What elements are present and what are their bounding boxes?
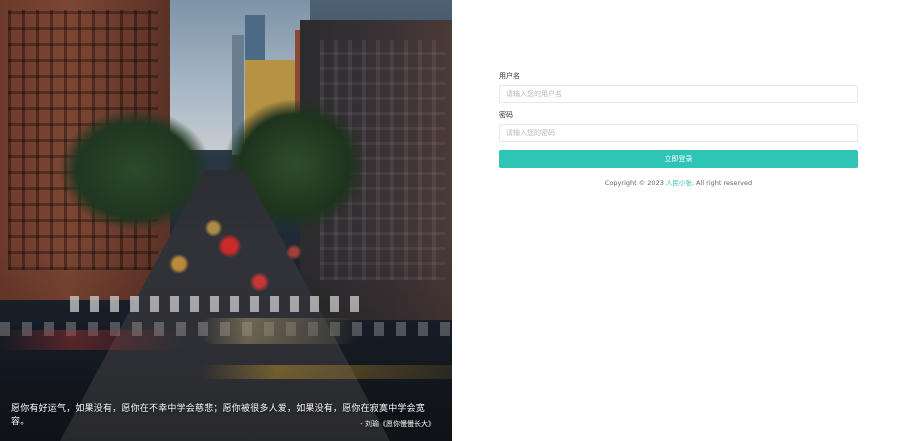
login-panel: 用户名 密码 立即登录 Copyright © 2023 人民小张. All r… bbox=[452, 0, 900, 441]
login-form: 用户名 密码 立即登录 Copyright © 2023 人民小张. All r… bbox=[499, 72, 858, 187]
login-page: 愿你有好运气，如果没有，愿你在不幸中学会慈悲；愿你被很多人爱，如果没有，愿你在寂… bbox=[0, 0, 900, 441]
username-label: 用户名 bbox=[499, 72, 520, 80]
password-input[interactable] bbox=[499, 124, 858, 142]
copyright-suffix: . All right reserved bbox=[691, 179, 753, 187]
password-group: 密码 bbox=[499, 111, 858, 142]
hero-shade bbox=[0, 0, 452, 441]
brand-link[interactable]: 人民小张 bbox=[666, 179, 692, 187]
copyright: Copyright © 2023 人民小张. All right reserve… bbox=[499, 177, 858, 187]
password-label: 密码 bbox=[499, 111, 513, 119]
copyright-prefix: Copyright © 2023 bbox=[604, 179, 666, 187]
hero-quote-source: - 刘瑜《愿你慢慢长大》 bbox=[360, 420, 435, 428]
login-button[interactable]: 立即登录 bbox=[499, 150, 858, 168]
username-group: 用户名 bbox=[499, 72, 858, 103]
hero-image: 愿你有好运气，如果没有，愿你在不幸中学会慈悲；愿你被很多人爱，如果没有，愿你在寂… bbox=[0, 0, 452, 441]
username-input[interactable] bbox=[499, 85, 858, 103]
